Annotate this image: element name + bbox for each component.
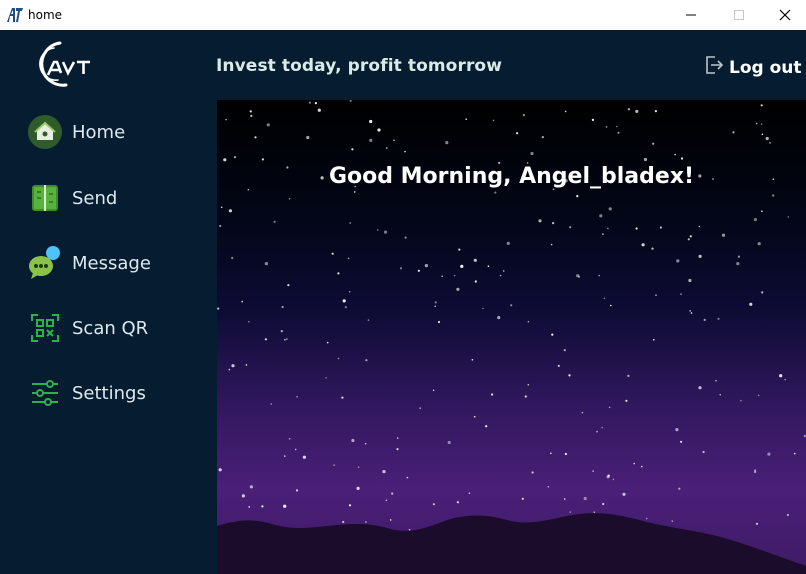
sidebar-item-label: Settings xyxy=(72,382,146,404)
sidebar-item-send[interactable]: Send xyxy=(26,178,117,218)
tagline: Invest today, profit tomorrow xyxy=(216,56,503,76)
sidebar-item-message[interactable]: Message xyxy=(26,243,151,283)
logout-icon xyxy=(703,54,725,81)
app-logo-icon xyxy=(6,6,24,24)
qr-scan-icon xyxy=(26,309,64,347)
sidebar-item-label: Send xyxy=(72,187,118,209)
window-title: home xyxy=(28,8,63,22)
sidebar-item-home[interactable]: Home xyxy=(26,112,125,152)
greeting-message: Good Morning, Angel_bladex! xyxy=(328,164,695,189)
sidebar-item-settings[interactable]: Settings xyxy=(26,373,146,413)
settings-sliders-icon xyxy=(26,374,64,412)
close-button[interactable] xyxy=(762,0,806,30)
sidebar-item-label: Home xyxy=(72,121,126,143)
maximize-button[interactable] xyxy=(716,0,762,30)
app-window: Invest today, profit tomorrow Log out Ho… xyxy=(0,30,806,574)
minimize-button[interactable] xyxy=(668,0,714,30)
send-icon xyxy=(26,179,64,217)
sidebar-item-label: Message xyxy=(72,252,151,274)
home-icon xyxy=(26,113,64,151)
logout-button[interactable]: Log out xyxy=(703,54,802,81)
starry-sky-banner: Good Morning, Angel_bladex! xyxy=(217,100,806,574)
sidebar-item-scan-qr[interactable]: Scan QR xyxy=(26,308,148,348)
logout-label: Log out xyxy=(729,57,802,78)
avt-logo xyxy=(30,40,102,90)
sidebar-item-label: Scan QR xyxy=(72,317,149,339)
window-titlebar: home xyxy=(0,0,806,30)
message-icon xyxy=(26,244,64,282)
